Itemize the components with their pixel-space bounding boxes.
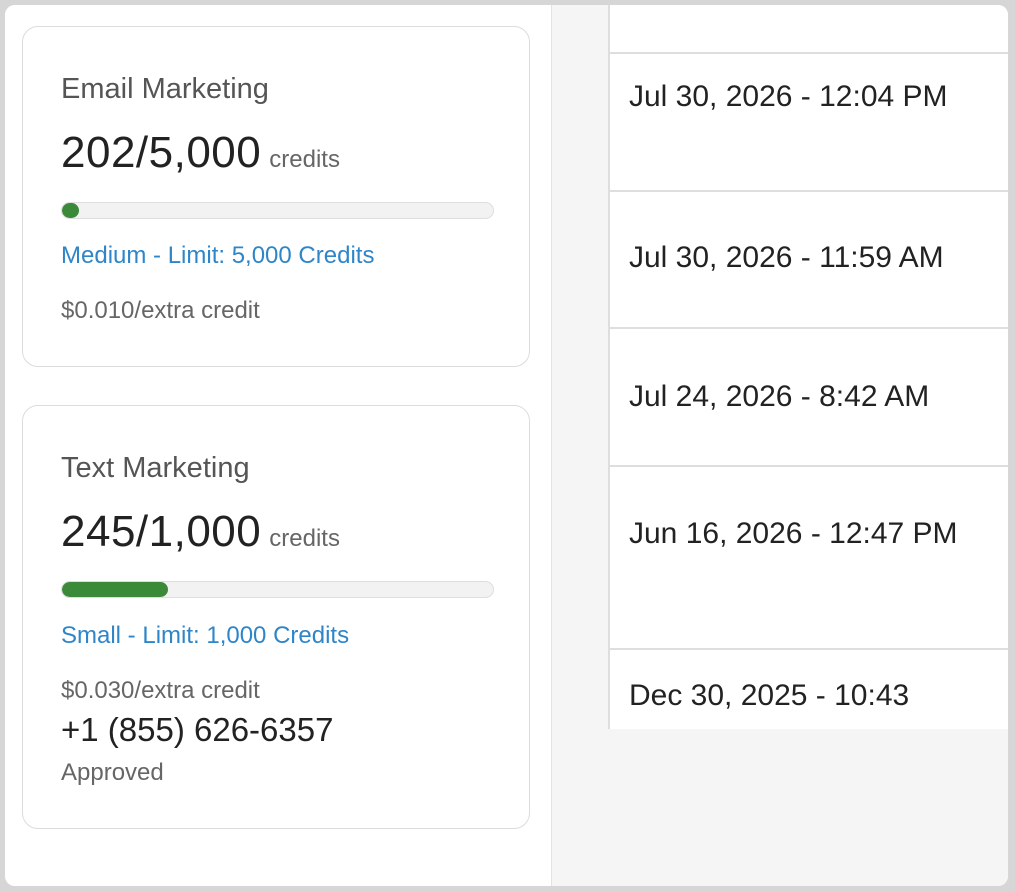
usage-line: 245/1,000 credits (61, 507, 340, 557)
card-title: Text Marketing (61, 452, 250, 484)
status-label: Approved (61, 759, 164, 786)
text-marketing-card: Text Marketing 245/1,000 credits Small - … (22, 405, 530, 829)
usage-unit: credits (269, 525, 340, 552)
usage-count: 202/5,000 (61, 128, 262, 177)
email-marketing-card: Email Marketing 202/5,000 credits Medium … (22, 26, 530, 367)
date-text: Jul 24, 2026 - 8:42 AM (629, 380, 930, 413)
usage-progress-bar (61, 581, 494, 598)
list-item: Jul 24, 2026 - 8:42 AM (610, 329, 1008, 467)
date-text: Dec 30, 2025 - 10:43 (629, 679, 910, 712)
usage-line: 202/5,000 credits (61, 128, 340, 178)
list-item: Dec 30, 2025 - 10:43 (610, 650, 1008, 729)
usage-count: 245/1,000 (61, 507, 262, 556)
progress-fill (62, 582, 168, 597)
app-window: Email Marketing 202/5,000 credits Medium … (5, 5, 1008, 886)
extra-credit-rate: $0.010/extra credit (61, 297, 260, 324)
plan-link[interactable]: Small - Limit: 1,000 Credits (61, 622, 349, 650)
usage-unit: credits (269, 146, 340, 173)
list-item (610, 5, 1008, 54)
credits-panel: Email Marketing 202/5,000 credits Medium … (5, 5, 552, 886)
history-panel: Jul 30, 2026 - 12:04 PM Jul 30, 2026 - 1… (552, 5, 1008, 886)
list-item: Jul 30, 2026 - 11:59 AM (610, 192, 1008, 329)
list-item: Jul 30, 2026 - 12:04 PM (610, 54, 1008, 192)
plan-link[interactable]: Medium - Limit: 5,000 Credits (61, 242, 374, 270)
date-list: Jul 30, 2026 - 12:04 PM Jul 30, 2026 - 1… (608, 5, 1008, 729)
date-text: Jun 16, 2026 - 12:47 PM (629, 517, 958, 550)
phone-number: +1 (855) 626-6357 (61, 711, 334, 748)
progress-fill (62, 203, 80, 218)
card-title: Email Marketing (61, 73, 269, 105)
date-text: Jul 30, 2026 - 12:04 PM (629, 80, 948, 113)
usage-progress-bar (61, 202, 494, 219)
date-text: Jul 30, 2026 - 11:59 AM (629, 241, 944, 274)
extra-credit-rate: $0.030/extra credit (61, 677, 260, 704)
list-item: Jun 16, 2026 - 12:47 PM (610, 467, 1008, 650)
